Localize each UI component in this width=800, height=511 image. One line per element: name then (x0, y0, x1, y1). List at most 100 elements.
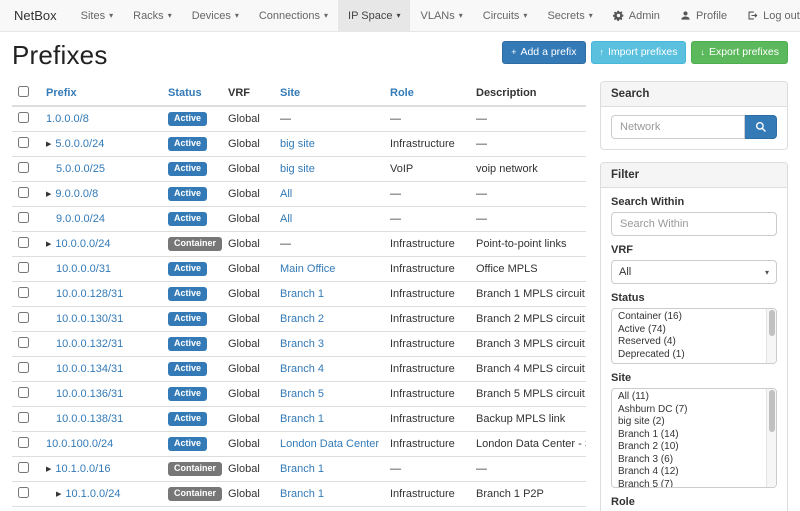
row-checkbox[interactable] (18, 287, 29, 298)
prefix-link[interactable]: 10.0.0.128/31 (56, 288, 123, 300)
prefix-link[interactable]: 10.0.0.0/24 (55, 238, 110, 250)
status-cell: Active (162, 157, 222, 182)
search-input[interactable] (611, 115, 745, 139)
nav-item-admin[interactable]: Admin (603, 0, 670, 31)
site-link[interactable]: big site (280, 163, 315, 175)
site-link[interactable]: Branch 1 (280, 463, 324, 475)
site-cell: London Data Center (274, 432, 384, 457)
nav-item-connections[interactable]: Connections▾ (249, 0, 338, 31)
import-prefixes-button[interactable]: ↑Import prefixes (591, 41, 687, 64)
site-link[interactable]: Main Office (280, 263, 335, 275)
site-link[interactable]: All (280, 213, 292, 225)
filter-option[interactable]: Active (74) (612, 324, 766, 337)
row-checkbox[interactable] (18, 262, 29, 273)
status-badge: Active (168, 312, 207, 326)
prefix-link[interactable]: 10.0.100.0/24 (46, 438, 113, 450)
row-checkbox[interactable] (18, 437, 29, 448)
prefix-link[interactable]: 10.1.0.0/24 (65, 488, 120, 500)
site-cell: Branch 2 (274, 307, 384, 332)
prefix-cell: 10.0.0.132/31 (40, 332, 162, 357)
filter-option[interactable]: Ashburn DC (7) (612, 404, 766, 417)
scrollbar[interactable] (766, 309, 776, 363)
search-within-input[interactable] (611, 212, 777, 236)
site-link[interactable]: Branch 4 (280, 363, 324, 375)
row-checkbox[interactable] (18, 212, 29, 223)
filter-option[interactable]: Deprecated (1) (612, 349, 766, 362)
prefix-link[interactable]: 10.0.0.130/31 (56, 313, 123, 325)
row-checkbox[interactable] (18, 462, 29, 473)
row-checkbox[interactable] (18, 137, 29, 148)
row-checkbox[interactable] (18, 162, 29, 173)
export-prefixes-button[interactable]: ↓Export prefixes (691, 41, 788, 64)
site-link[interactable]: Branch 5 (280, 388, 324, 400)
prefix-link[interactable]: 10.0.0.138/31 (56, 413, 123, 425)
navbar-brand[interactable]: NetBox (0, 0, 71, 31)
site-link[interactable]: Branch 1 (280, 488, 324, 500)
nav-item-vlans[interactable]: VLANs▾ (410, 0, 472, 31)
filter-option[interactable]: Branch 4 (12) (612, 466, 766, 479)
filter-option[interactable]: Branch 3 (6) (612, 454, 766, 467)
status-badge: Active (168, 262, 207, 276)
description-cell: London Data Center - Server Network (470, 432, 586, 457)
prefix-link[interactable]: 10.0.0.134/31 (56, 363, 123, 375)
vrf-select[interactable]: All ▾ (611, 260, 777, 284)
row-checkbox[interactable] (18, 112, 29, 123)
site-link[interactable]: All (280, 188, 292, 200)
nav-item-racks[interactable]: Racks▾ (123, 0, 182, 31)
nav-item-log-out[interactable]: Log out (737, 0, 800, 31)
prefix-link[interactable]: 10.0.0.132/31 (56, 338, 123, 350)
filter-option[interactable]: Branch 1 (14) (612, 429, 766, 442)
nav-item-secrets[interactable]: Secrets▾ (537, 0, 602, 31)
row-checkbox[interactable] (18, 412, 29, 423)
select-all-checkbox[interactable] (18, 86, 29, 97)
site-link[interactable]: Branch 1 (280, 288, 324, 300)
prefix-link[interactable]: 5.0.0.0/25 (56, 163, 105, 175)
prefix-cell: 10.0.0.130/31 (40, 307, 162, 332)
site-link[interactable]: Branch 3 (280, 338, 324, 350)
column-header-role[interactable]: Role (390, 87, 414, 99)
role-cell: Infrastructure (384, 232, 470, 257)
add-a-prefix-button[interactable]: +Add a prefix (502, 41, 585, 64)
nav-item-circuits[interactable]: Circuits▾ (473, 0, 538, 31)
filter-option[interactable]: big site (2) (612, 416, 766, 429)
table-row: ▶10.1.0.0/16ContainerGlobalBranch 1—— (12, 457, 586, 482)
column-header-status[interactable]: Status (168, 87, 202, 99)
site-link[interactable]: Branch 1 (280, 413, 324, 425)
site-listbox[interactable]: All (11)Ashburn DC (7)big site (2)Branch… (611, 388, 777, 488)
filter-option[interactable]: Branch 5 (7) (612, 479, 766, 489)
role-cell: Infrastructure (384, 357, 470, 382)
prefix-link[interactable]: 9.0.0.0/24 (56, 213, 105, 225)
site-link[interactable]: big site (280, 138, 315, 150)
search-button[interactable] (745, 115, 777, 139)
vrf-cell: Global (222, 282, 274, 307)
column-header-site[interactable]: Site (280, 87, 300, 99)
prefix-link[interactable]: 10.1.0.0/16 (55, 463, 110, 475)
status-listbox[interactable]: Container (16)Active (74)Reserved (4)Dep… (611, 308, 777, 364)
prefix-link[interactable]: 10.0.0.0/31 (56, 263, 111, 275)
filter-option[interactable]: Reserved (4) (612, 336, 766, 349)
filter-option[interactable]: Branch 2 (10) (612, 441, 766, 454)
nav-item-sites[interactable]: Sites▾ (71, 0, 123, 31)
scrollbar[interactable] (766, 389, 776, 487)
nav-item-profile[interactable]: Profile (670, 0, 737, 31)
prefix-link[interactable]: 5.0.0.0/24 (55, 138, 104, 150)
prefix-link[interactable]: 9.0.0.0/8 (55, 188, 98, 200)
row-checkbox[interactable] (18, 337, 29, 348)
site-link[interactable]: London Data Center (280, 438, 379, 450)
nav-item-ip-space[interactable]: IP Space▾ (338, 0, 410, 31)
row-checkbox[interactable] (18, 387, 29, 398)
nav-item-devices[interactable]: Devices▾ (182, 0, 249, 31)
filter-option[interactable]: All (11) (612, 391, 766, 404)
row-checkbox[interactable] (18, 187, 29, 198)
row-checkbox[interactable] (18, 312, 29, 323)
prefix-link[interactable]: 10.0.0.136/31 (56, 388, 123, 400)
row-checkbox[interactable] (18, 237, 29, 248)
filter-option[interactable]: Container (16) (612, 311, 766, 324)
column-header-prefix[interactable]: Prefix (46, 87, 77, 99)
site-cell: Branch 1 (274, 482, 384, 507)
row-checkbox[interactable] (18, 487, 29, 498)
row-checkbox[interactable] (18, 362, 29, 373)
expand-arrow-icon: ▶ (46, 191, 51, 198)
site-link[interactable]: Branch 2 (280, 313, 324, 325)
prefix-link[interactable]: 1.0.0.0/8 (46, 113, 89, 125)
